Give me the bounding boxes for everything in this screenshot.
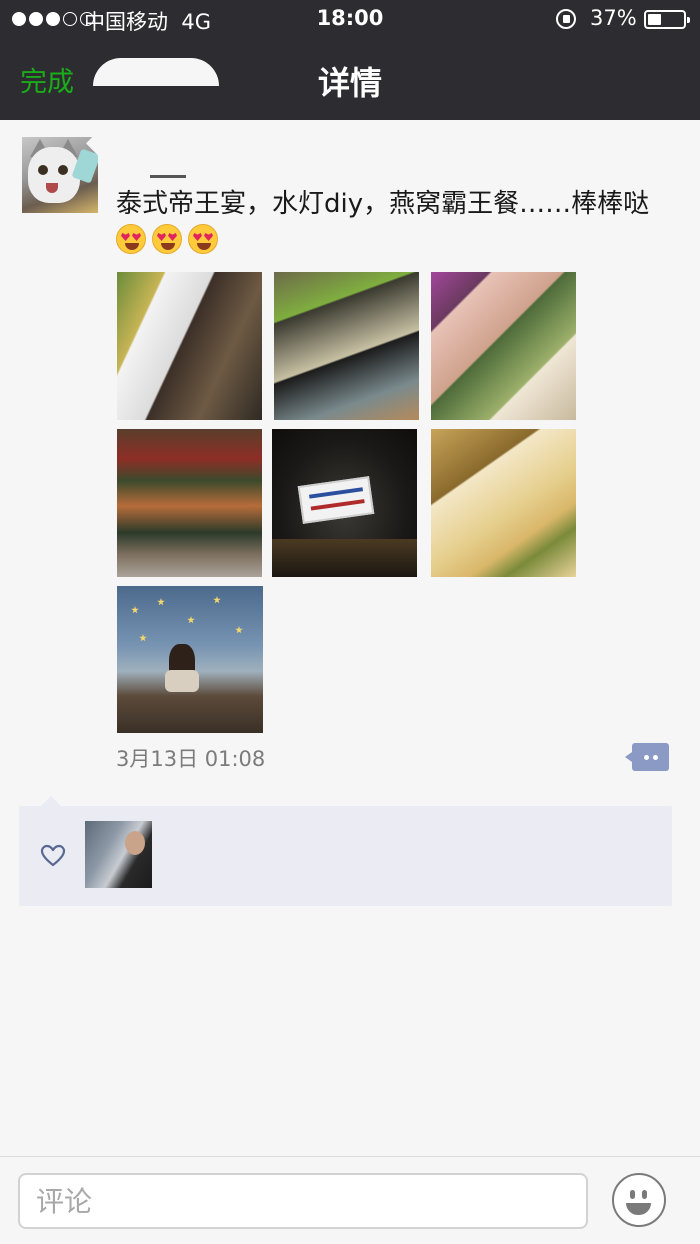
heart-icon	[40, 844, 66, 867]
post-timestamp: 3月13日 01:08	[116, 747, 266, 771]
post-photo-food-collage[interactable]	[274, 272, 419, 420]
post-photo-temple-collage[interactable]	[117, 272, 262, 420]
comment-input[interactable]	[18, 1173, 588, 1229]
post-photo-orchid-collage[interactable]	[431, 272, 576, 420]
post-photo-dinner-collage[interactable]	[117, 429, 262, 577]
status-bar: 中国移动 4G 18:00 37%	[0, 0, 700, 40]
liker-avatar[interactable]	[85, 821, 152, 888]
nav-bar-notch	[93, 58, 219, 86]
heart-eyes-emoji-icon	[152, 224, 182, 254]
battery-icon	[644, 10, 690, 29]
post-body: 泰式帝王宴，水灯diy，燕窝霸王餐……棒棒哒	[116, 189, 650, 219]
post-text: 泰式帝王宴，水灯diy，燕窝霸王餐……棒棒哒	[116, 186, 676, 258]
poster-name-redacted[interactable]	[150, 175, 186, 178]
emoji-group	[116, 224, 224, 255]
heart-eyes-emoji-icon	[188, 224, 218, 254]
rotation-lock-icon	[556, 9, 576, 29]
post-photo-restaurant-sign[interactable]	[272, 429, 417, 577]
post-photo-starry-wall[interactable]	[117, 586, 263, 733]
smiley-icon[interactable]	[612, 1173, 666, 1227]
battery-percentage: 37%	[590, 6, 637, 30]
poster-avatar[interactable]	[22, 137, 98, 213]
heart-eyes-emoji-icon	[116, 224, 146, 254]
moment-detail-screen: 中国移动 4G 18:00 37% 完成 详情 泰式帝王宴，水灯diy，燕窝霸王…	[0, 0, 700, 1244]
restaurant-sign	[297, 476, 375, 524]
post-photo-bird-nest-soup[interactable]	[431, 429, 576, 577]
comment-dots-icon[interactable]	[625, 743, 669, 771]
